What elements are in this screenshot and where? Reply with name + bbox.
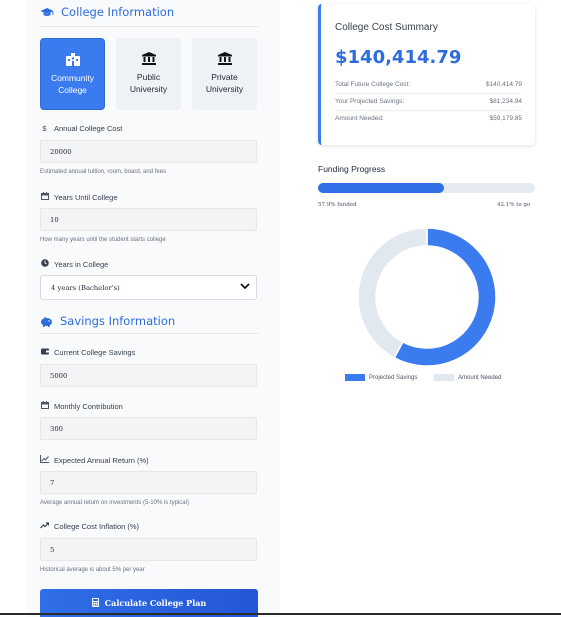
piggy-bank-icon — [40, 316, 53, 327]
type-label-line2: University — [129, 84, 168, 94]
calculate-button-label: Calculate College Plan — [104, 598, 207, 608]
private-university-button[interactable]: Private University — [192, 38, 257, 110]
summary-row-label: Total Future College Cost: — [335, 81, 411, 88]
school-icon — [65, 51, 81, 67]
calendar-icon — [40, 192, 49, 202]
type-label-line1: Community — [51, 73, 94, 83]
years-in-selected: 4 years (Bachelor's) — [51, 283, 120, 292]
savings-info-header: Savings Information — [40, 314, 175, 328]
clock-icon — [40, 259, 49, 269]
funding-progress-fill — [318, 183, 444, 193]
annual-return-help: Average annual return on investments (5-… — [40, 500, 189, 506]
current-savings-label: Current College Savings — [40, 348, 135, 357]
college-info-title: College Information — [61, 5, 175, 19]
donut-slice-amount-needed — [357, 227, 428, 359]
divider — [40, 333, 258, 334]
legend-item: Projected Savings — [345, 374, 417, 381]
funded-percent: 57.9% funded — [318, 202, 357, 208]
savings-info-title: Savings Information — [60, 314, 176, 328]
wallet-icon — [40, 348, 49, 357]
funding-donut-chart — [357, 227, 497, 367]
summary-row-label: Amount Needed: — [335, 115, 384, 122]
summary-row: Total Future College Cost: $140,414.79 — [335, 81, 522, 88]
years-until-label: Years Until College — [40, 192, 118, 202]
divider — [40, 26, 258, 27]
years-in-label: Years in College — [40, 259, 108, 269]
annual-cost-label: $ Annual College Cost — [40, 124, 122, 133]
legend-item: Amount Needed — [434, 374, 501, 381]
public-university-button[interactable]: Public University — [116, 38, 181, 110]
funding-progress-bar — [318, 183, 535, 193]
years-until-input[interactable] — [40, 208, 257, 231]
type-label-line2: University — [205, 84, 244, 94]
graduation-cap-icon — [40, 7, 54, 18]
to-go-percent: 42.1% to go — [497, 202, 531, 208]
summary-row-value: $140,414.79 — [485, 81, 522, 88]
landmark-icon — [141, 50, 156, 66]
annual-cost-input[interactable] — [40, 140, 257, 163]
years-in-label-text: Years in College — [54, 259, 109, 269]
legend-swatch — [434, 374, 454, 381]
cost-summary-card: College Cost Summary $140,414.79 Total F… — [318, 4, 535, 145]
college-info-header: College Information — [40, 5, 174, 19]
legend-label: Amount Needed — [458, 374, 502, 381]
summary-row: Your Projected Savings: $81,234.94 — [335, 98, 522, 105]
type-label-line1: Private — [211, 72, 238, 82]
landmark-icon — [217, 50, 232, 66]
legend-swatch — [345, 374, 365, 381]
community-college-button[interactable]: Community College — [40, 38, 105, 110]
current-savings-label-text: Current College Savings — [54, 348, 136, 357]
dollar-icon: $ — [42, 124, 47, 133]
chevron-down-icon — [240, 283, 250, 292]
annual-return-label-text: Expected Annual Return (%) — [54, 455, 149, 465]
calendar-icon — [40, 401, 49, 411]
monthly-contribution-label-text: Monthly Contribution — [54, 401, 123, 411]
monthly-contribution-label: Monthly Contribution — [40, 401, 123, 411]
trend-up-icon — [40, 522, 50, 531]
summary-row-label: Your Projected Savings: — [335, 98, 405, 105]
calculator-icon — [91, 597, 99, 609]
summary-title: College Cost Summary — [335, 22, 438, 33]
annual-return-label: Expected Annual Return (%) — [40, 455, 149, 465]
summary-row: Amount Needed: $59,179.85 — [335, 115, 522, 122]
years-until-help: How many years until the student starts … — [40, 237, 166, 243]
annual-cost-help: Estimated annual tuition, room, board, a… — [40, 169, 167, 175]
summary-divider — [335, 110, 522, 111]
summary-divider — [335, 93, 522, 94]
annual-cost-label-text: Annual College Cost — [54, 124, 123, 133]
years-until-label-text: Years Until College — [54, 192, 118, 202]
years-in-select[interactable]: 4 years (Bachelor's) — [40, 275, 257, 300]
inflation-label: College Cost Inflation (%) — [40, 522, 139, 531]
funding-progress-title: Funding Progress — [318, 164, 386, 174]
monthly-contribution-input[interactable] — [40, 417, 257, 440]
annual-return-input[interactable] — [40, 471, 257, 494]
summary-row-value: $81,234.94 — [489, 98, 522, 105]
inflation-label-text: College Cost Inflation (%) — [54, 522, 140, 531]
chart-line-icon — [40, 455, 49, 465]
summary-total: $140,414.79 — [335, 47, 462, 68]
current-savings-input[interactable] — [40, 364, 257, 387]
type-label-line2: College — [58, 85, 87, 95]
type-label-line1: Public — [136, 72, 161, 82]
divider — [0, 613, 561, 615]
inflation-help: Historical average is about 5% per year — [40, 567, 145, 573]
legend-label: Projected Savings — [369, 374, 418, 381]
summary-row-value: $59,179.85 — [489, 115, 522, 122]
inflation-input[interactable] — [40, 538, 257, 561]
